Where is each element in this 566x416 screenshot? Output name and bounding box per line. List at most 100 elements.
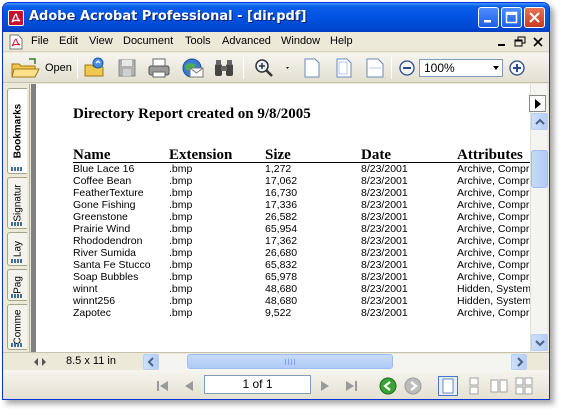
zoom-in-tool-button[interactable] [252, 56, 290, 80]
cell-name: winnt [73, 283, 98, 295]
maximize-button[interactable] [501, 7, 522, 28]
acrobat-app-icon[interactable] [8, 10, 24, 26]
facing-icon[interactable] [490, 377, 508, 395]
email-button[interactable] [179, 56, 205, 80]
menu-document[interactable]: Document [123, 35, 173, 47]
tab-grip [11, 343, 23, 347]
email-icon [182, 58, 204, 78]
menu-view[interactable]: View [89, 35, 113, 47]
next-page-icon[interactable] [316, 377, 334, 395]
document-area[interactable]: Directory Report created on 9/8/2005 Nam… [31, 84, 530, 352]
menu-tools[interactable]: Tools [185, 35, 211, 47]
page-size-label: 8.5 x 11 in [66, 355, 116, 367]
cell-name: Zapotec [73, 307, 111, 319]
cell-attributes: Archive, Compr [457, 199, 530, 211]
toolbar-separator [391, 57, 392, 79]
cell-size: 1,272 [265, 163, 292, 175]
chevron-down-icon[interactable] [493, 66, 499, 70]
tab-grip [11, 259, 23, 263]
cell-extension: .bmp [169, 247, 193, 259]
chevron-up-icon [535, 118, 545, 125]
search-button[interactable] [212, 56, 236, 80]
table-row: Zapotec .bmp 9,522 8/23/2001 Archive, Compr [36, 307, 530, 319]
split-pane-icon[interactable] [34, 357, 46, 367]
vertical-scroll-thumb[interactable] [531, 150, 548, 188]
cell-name: Rhododendron [73, 235, 143, 247]
organizer-button[interactable] [83, 56, 107, 80]
horizontal-scrollbar[interactable] [143, 354, 527, 370]
title-bar[interactable]: Adobe Acrobat Professional - [dir.pdf] [3, 3, 549, 32]
actual-size-button[interactable] [301, 56, 323, 80]
page-number-field[interactable]: 1 of 1 [204, 375, 311, 394]
cell-extension: .bmp [169, 283, 193, 295]
horizontal-scroll-thumb[interactable] [187, 354, 393, 369]
fit-page-button[interactable] [333, 56, 355, 80]
cell-name: FeatherTexture [73, 187, 144, 199]
minimize-button[interactable] [478, 7, 499, 28]
cell-date: 8/23/2001 [361, 199, 408, 211]
menu-window[interactable]: Window [281, 35, 320, 47]
tab-pages[interactable]: Pag [7, 269, 27, 301]
cell-extension: .bmp [169, 259, 193, 271]
zoom-in-icon [509, 60, 525, 76]
scroll-right-button[interactable] [511, 354, 527, 370]
menu-advanced[interactable]: Advanced [222, 35, 271, 47]
show-pane-button[interactable] [529, 95, 546, 112]
zoom-level-field[interactable]: 100% [419, 59, 503, 77]
minimize-icon [484, 20, 491, 23]
scroll-up-button[interactable] [531, 113, 548, 130]
scroll-left-button[interactable] [143, 354, 159, 370]
window-title: Adobe Acrobat Professional - [dir.pdf] [29, 9, 307, 24]
chevron-left-icon [147, 357, 154, 367]
page-navigation-bar: 1 of 1 [3, 370, 549, 399]
close-icon [529, 12, 540, 23]
cell-extension: .bmp [169, 187, 193, 199]
chevron-down-icon [535, 340, 545, 347]
tab-comments[interactable]: Comme [7, 304, 27, 350]
menu-bar: File Edit View Document Tools Advanced W… [3, 32, 549, 52]
cell-date: 8/23/2001 [361, 259, 408, 271]
cell-size: 65,832 [265, 259, 298, 271]
single-page-icon[interactable] [438, 376, 458, 396]
fit-width-button[interactable] [364, 56, 386, 80]
cell-attributes: Archive, Compr [457, 235, 530, 247]
cell-size: 17,362 [265, 235, 298, 247]
cell-date: 8/23/2001 [361, 211, 408, 223]
cell-extension: .bmp [169, 235, 193, 247]
cell-attributes: Archive, Compr [457, 175, 530, 187]
menu-edit[interactable]: Edit [59, 35, 78, 47]
menu-help[interactable]: Help [330, 35, 353, 47]
cell-date: 8/23/2001 [361, 175, 408, 187]
save-button[interactable] [115, 56, 139, 80]
status-row: 8.5 x 11 in [3, 352, 549, 370]
go-back-icon[interactable] [379, 377, 397, 395]
cell-size: 65,954 [265, 223, 298, 235]
doc-minimize-icon[interactable] [495, 35, 509, 49]
scroll-down-button[interactable] [531, 334, 548, 351]
cell-size: 9,522 [265, 307, 292, 319]
close-button[interactable] [524, 7, 545, 28]
tab-signatures[interactable]: Signatur [7, 177, 27, 229]
tab-bookmarks[interactable]: Bookmarks [7, 88, 27, 174]
last-page-icon[interactable] [342, 377, 360, 395]
cell-size: 16,730 [265, 187, 298, 199]
continuous-facing-icon[interactable] [515, 377, 533, 395]
doc-restore-icon[interactable] [513, 35, 527, 49]
vertical-scrollbar[interactable] [530, 84, 548, 352]
menu-file[interactable]: File [31, 35, 49, 47]
first-page-icon[interactable] [154, 377, 172, 395]
previous-page-icon[interactable] [180, 377, 198, 395]
print-button[interactable] [146, 56, 172, 80]
table-row: Santa Fe Stucco .bmp 65,832 8/23/2001 Archiv… [36, 259, 530, 271]
pdf-page[interactable]: Directory Report created on 9/8/2005 Nam… [36, 84, 530, 352]
open-folder-icon [11, 58, 40, 78]
go-forward-icon[interactable] [404, 377, 422, 395]
zoom-in-button[interactable] [508, 56, 526, 80]
tab-layers[interactable]: Lay [7, 232, 27, 266]
doc-close-icon[interactable] [531, 35, 545, 49]
search-binoculars-icon [215, 60, 233, 76]
zoom-out-button[interactable] [398, 56, 416, 80]
cell-date: 8/23/2001 [361, 235, 408, 247]
document-icon[interactable] [9, 34, 23, 50]
continuous-icon[interactable] [465, 377, 483, 395]
